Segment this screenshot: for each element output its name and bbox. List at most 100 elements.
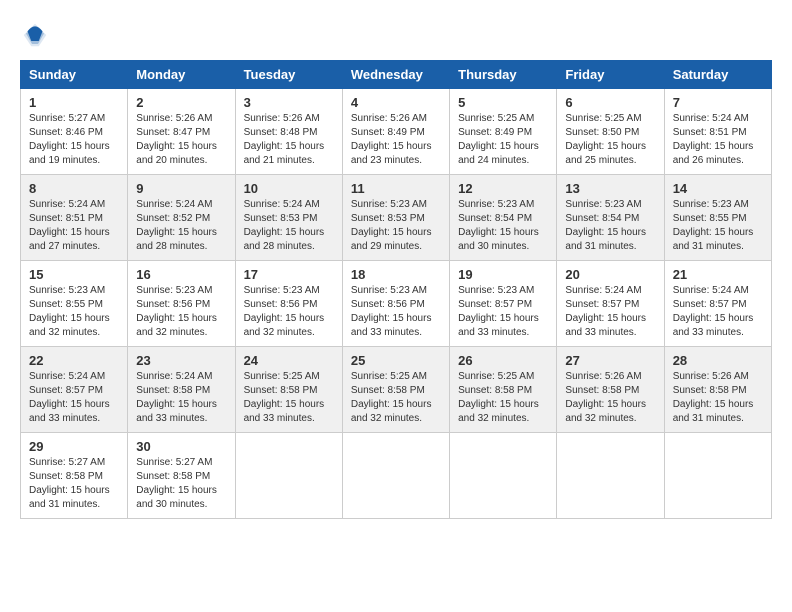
calendar-cell: 4 Sunrise: 5:26 AMSunset: 8:49 PMDaylight… xyxy=(342,89,449,175)
cell-content: Sunrise: 5:24 AMSunset: 8:58 PMDaylight:… xyxy=(136,370,226,426)
cell-content: Sunrise: 5:23 AMSunset: 8:55 PMDaylight:… xyxy=(673,198,763,254)
cell-content: Sunrise: 5:23 AMSunset: 8:56 PMDaylight:… xyxy=(351,284,441,340)
day-number: 5 xyxy=(458,95,548,110)
calendar-cell: 7 Sunrise: 5:24 AMSunset: 8:51 PMDaylight… xyxy=(664,89,771,175)
day-number: 1 xyxy=(29,95,119,110)
calendar-cell: 11 Sunrise: 5:23 AMSunset: 8:53 PMDayligh… xyxy=(342,175,449,261)
day-number: 11 xyxy=(351,181,441,196)
calendar-cell: 12Sunrise: 5:23 AMSunset: 8:54 PMDayligh… xyxy=(450,175,557,261)
calendar-header-row: SundayMondayTuesdayWednesdayThursdayFrid… xyxy=(21,61,772,89)
cell-content: Sunrise: 5:25 AMSunset: 8:58 PMDaylight:… xyxy=(351,370,441,426)
page-header xyxy=(20,20,772,50)
calendar-cell xyxy=(664,433,771,519)
cell-content: Sunrise: 5:26 AMSunset: 8:58 PMDaylight:… xyxy=(565,370,655,426)
calendar-cell: 27 Sunrise: 5:26 AMSunset: 8:58 PMDayligh… xyxy=(557,347,664,433)
cell-content: Sunrise: 5:26 AMSunset: 8:47 PMDaylight:… xyxy=(136,112,226,168)
day-number: 20 xyxy=(565,267,655,282)
day-number: 14 xyxy=(673,181,763,196)
day-number: 3 xyxy=(244,95,334,110)
cell-content: Sunrise: 5:26 AMSunset: 8:49 PMDaylight:… xyxy=(351,112,441,168)
calendar-cell: 19 Sunrise: 5:23 AMSunset: 8:57 PMDayligh… xyxy=(450,261,557,347)
day-number: 17 xyxy=(244,267,334,282)
calendar-cell: 26 Sunrise: 5:25 AMSunset: 8:58 PMDayligh… xyxy=(450,347,557,433)
calendar-cell: 2 Sunrise: 5:26 AMSunset: 8:47 PMDaylight… xyxy=(128,89,235,175)
calendar-cell xyxy=(235,433,342,519)
day-number: 9 xyxy=(136,181,226,196)
cell-content: Sunrise: 5:26 AMSunset: 8:58 PMDaylight:… xyxy=(673,370,763,426)
calendar-cell: 22 Sunrise: 5:24 AMSunset: 8:57 PMDayligh… xyxy=(21,347,128,433)
calendar-header-monday: Monday xyxy=(128,61,235,89)
calendar-cell xyxy=(342,433,449,519)
cell-content: Sunrise: 5:24 AMSunset: 8:51 PMDaylight:… xyxy=(673,112,763,168)
calendar-cell: 16 Sunrise: 5:23 AMSunset: 8:56 PMDayligh… xyxy=(128,261,235,347)
cell-content: Sunrise: 5:23 AMSunset: 8:56 PMDaylight:… xyxy=(244,284,334,340)
cell-content: Sunrise: 5:24 AMSunset: 8:57 PMDaylight:… xyxy=(565,284,655,340)
calendar-cell: 20 Sunrise: 5:24 AMSunset: 8:57 PMDayligh… xyxy=(557,261,664,347)
calendar-week-row: 8Sunrise: 5:24 AMSunset: 8:51 PMDaylight… xyxy=(21,175,772,261)
calendar-table: SundayMondayTuesdayWednesdayThursdayFrid… xyxy=(20,60,772,519)
day-number: 4 xyxy=(351,95,441,110)
calendar-cell: 5 Sunrise: 5:25 AMSunset: 8:49 PMDaylight… xyxy=(450,89,557,175)
cell-content: Sunrise: 5:23 AMSunset: 8:53 PMDaylight:… xyxy=(351,198,441,254)
calendar-cell: 8Sunrise: 5:24 AMSunset: 8:51 PMDaylight… xyxy=(21,175,128,261)
cell-content: Sunrise: 5:24 AMSunset: 8:57 PMDaylight:… xyxy=(673,284,763,340)
calendar-cell: 17 Sunrise: 5:23 AMSunset: 8:56 PMDayligh… xyxy=(235,261,342,347)
calendar-header-tuesday: Tuesday xyxy=(235,61,342,89)
cell-content: Sunrise: 5:24 AMSunset: 8:52 PMDaylight:… xyxy=(136,198,226,254)
day-number: 25 xyxy=(351,353,441,368)
cell-content: Sunrise: 5:25 AMSunset: 8:58 PMDaylight:… xyxy=(244,370,334,426)
cell-content: Sunrise: 5:23 AMSunset: 8:55 PMDaylight:… xyxy=(29,284,119,340)
cell-content: Sunrise: 5:23 AMSunset: 8:57 PMDaylight:… xyxy=(458,284,548,340)
cell-content: Sunrise: 5:27 AMSunset: 8:58 PMDaylight:… xyxy=(136,456,226,512)
day-number: 28 xyxy=(673,353,763,368)
calendar-header-friday: Friday xyxy=(557,61,664,89)
cell-content: Sunrise: 5:23 AMSunset: 8:54 PMDaylight:… xyxy=(458,198,548,254)
day-number: 30 xyxy=(136,439,226,454)
calendar-cell xyxy=(557,433,664,519)
day-number: 2 xyxy=(136,95,226,110)
day-number: 19 xyxy=(458,267,548,282)
day-number: 6 xyxy=(565,95,655,110)
calendar-cell: 30 Sunrise: 5:27 AMSunset: 8:58 PMDayligh… xyxy=(128,433,235,519)
day-number: 22 xyxy=(29,353,119,368)
day-number: 16 xyxy=(136,267,226,282)
calendar-cell: 15 Sunrise: 5:23 AMSunset: 8:55 PMDayligh… xyxy=(21,261,128,347)
calendar-cell: 18 Sunrise: 5:23 AMSunset: 8:56 PMDayligh… xyxy=(342,261,449,347)
cell-content: Sunrise: 5:25 AMSunset: 8:50 PMDaylight:… xyxy=(565,112,655,168)
calendar-cell: 21 Sunrise: 5:24 AMSunset: 8:57 PMDayligh… xyxy=(664,261,771,347)
day-number: 21 xyxy=(673,267,763,282)
cell-content: Sunrise: 5:23 AMSunset: 8:56 PMDaylight:… xyxy=(136,284,226,340)
calendar-cell: 10 Sunrise: 5:24 AMSunset: 8:53 PMDayligh… xyxy=(235,175,342,261)
calendar-header-thursday: Thursday xyxy=(450,61,557,89)
day-number: 26 xyxy=(458,353,548,368)
calendar-header-sunday: Sunday xyxy=(21,61,128,89)
day-number: 7 xyxy=(673,95,763,110)
day-number: 18 xyxy=(351,267,441,282)
calendar-cell: 24Sunrise: 5:25 AMSunset: 8:58 PMDayligh… xyxy=(235,347,342,433)
cell-content: Sunrise: 5:24 AMSunset: 8:51 PMDaylight:… xyxy=(29,198,119,254)
calendar-cell: 29 Sunrise: 5:27 AMSunset: 8:58 PMDayligh… xyxy=(21,433,128,519)
calendar-header-wednesday: Wednesday xyxy=(342,61,449,89)
day-number: 10 xyxy=(244,181,334,196)
calendar-cell xyxy=(450,433,557,519)
general-blue-logo-icon xyxy=(20,20,50,50)
calendar-cell: 6 Sunrise: 5:25 AMSunset: 8:50 PMDaylight… xyxy=(557,89,664,175)
day-number: 15 xyxy=(29,267,119,282)
cell-content: Sunrise: 5:25 AMSunset: 8:49 PMDaylight:… xyxy=(458,112,548,168)
calendar-cell: 3 Sunrise: 5:26 AMSunset: 8:48 PMDaylight… xyxy=(235,89,342,175)
cell-content: Sunrise: 5:24 AMSunset: 8:57 PMDaylight:… xyxy=(29,370,119,426)
calendar-header-saturday: Saturday xyxy=(664,61,771,89)
calendar-cell: 13Sunrise: 5:23 AMSunset: 8:54 PMDayligh… xyxy=(557,175,664,261)
cell-content: Sunrise: 5:24 AMSunset: 8:53 PMDaylight:… xyxy=(244,198,334,254)
calendar-week-row: 29 Sunrise: 5:27 AMSunset: 8:58 PMDayligh… xyxy=(21,433,772,519)
calendar-cell: 28 Sunrise: 5:26 AMSunset: 8:58 PMDayligh… xyxy=(664,347,771,433)
day-number: 23 xyxy=(136,353,226,368)
calendar-cell: 9 Sunrise: 5:24 AMSunset: 8:52 PMDaylight… xyxy=(128,175,235,261)
day-number: 29 xyxy=(29,439,119,454)
calendar-week-row: 15 Sunrise: 5:23 AMSunset: 8:55 PMDayligh… xyxy=(21,261,772,347)
cell-content: Sunrise: 5:25 AMSunset: 8:58 PMDaylight:… xyxy=(458,370,548,426)
cell-content: Sunrise: 5:27 AMSunset: 8:58 PMDaylight:… xyxy=(29,456,119,512)
cell-content: Sunrise: 5:26 AMSunset: 8:48 PMDaylight:… xyxy=(244,112,334,168)
calendar-cell: 1Sunrise: 5:27 AMSunset: 8:46 PMDaylight… xyxy=(21,89,128,175)
day-number: 27 xyxy=(565,353,655,368)
